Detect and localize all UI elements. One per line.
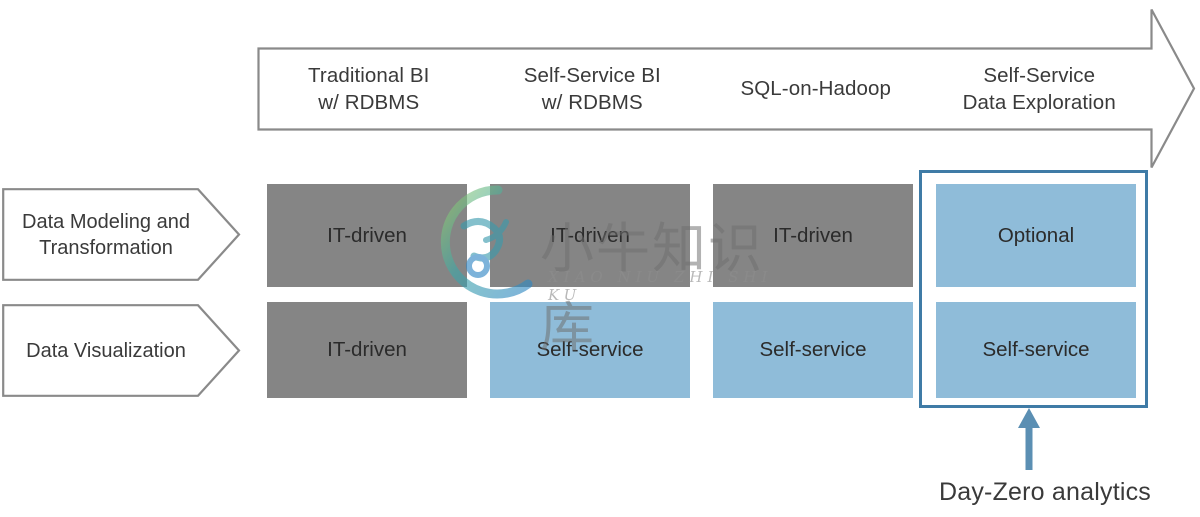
row-label-data-visualization: Data Visualization xyxy=(2,304,241,397)
matrix-cell-r1c2: Self-service xyxy=(713,302,913,398)
diagram-canvas: Traditional BI w/ RDBMS Self-Service BI … xyxy=(0,0,1200,517)
matrix-cell-r1c1: Self-service xyxy=(490,302,690,398)
matrix-cell-r0c0: IT-driven xyxy=(267,184,467,287)
matrix-cell-r0c2: IT-driven xyxy=(713,184,913,287)
row-label-text: Data Visualization xyxy=(26,339,186,362)
banner-stage-label: Self-Service Data Exploration xyxy=(962,63,1116,114)
evolution-arrow-banner: Traditional BI w/ RDBMS Self-Service BI … xyxy=(257,8,1196,169)
banner-stage-label: SQL-on-Hadoop xyxy=(740,77,892,101)
callout-arrow-icon xyxy=(1018,408,1040,470)
matrix-cell-label: Self-service xyxy=(536,338,644,361)
matrix-cell-label: IT-driven xyxy=(550,223,630,247)
banner-stage-0: Traditional BI w/ RDBMS xyxy=(257,48,481,130)
matrix-cell-r1c0: IT-driven xyxy=(267,302,467,398)
matrix-cell-label: IT-driven xyxy=(773,223,853,247)
matrix-cell-label: IT-driven xyxy=(327,223,407,247)
matrix-cell-label: IT-driven xyxy=(327,338,407,361)
banner-stage-3: Self-Service Data Exploration xyxy=(928,48,1152,130)
banner-stage-2: SQL-on-Hadoop xyxy=(704,48,928,130)
day-zero-analytics-caption: Day-Zero analytics xyxy=(939,478,1151,506)
banner-stage-list: Traditional BI w/ RDBMS Self-Service BI … xyxy=(257,48,1151,130)
matrix-cell-label: Self-service xyxy=(759,338,867,361)
banner-stage-label: Traditional BI w/ RDBMS xyxy=(308,63,430,114)
row-label-text: Data Modeling and Transformation xyxy=(22,210,190,259)
banner-stage-1: Self-Service BI w/ RDBMS xyxy=(481,48,705,130)
day-zero-highlight-box xyxy=(919,170,1148,408)
banner-stage-label: Self-Service BI w/ RDBMS xyxy=(523,63,661,114)
row-label-data-modeling-and-transformation: Data Modeling and Transformation xyxy=(2,188,241,281)
matrix-cell-r0c1: IT-driven xyxy=(490,184,690,287)
